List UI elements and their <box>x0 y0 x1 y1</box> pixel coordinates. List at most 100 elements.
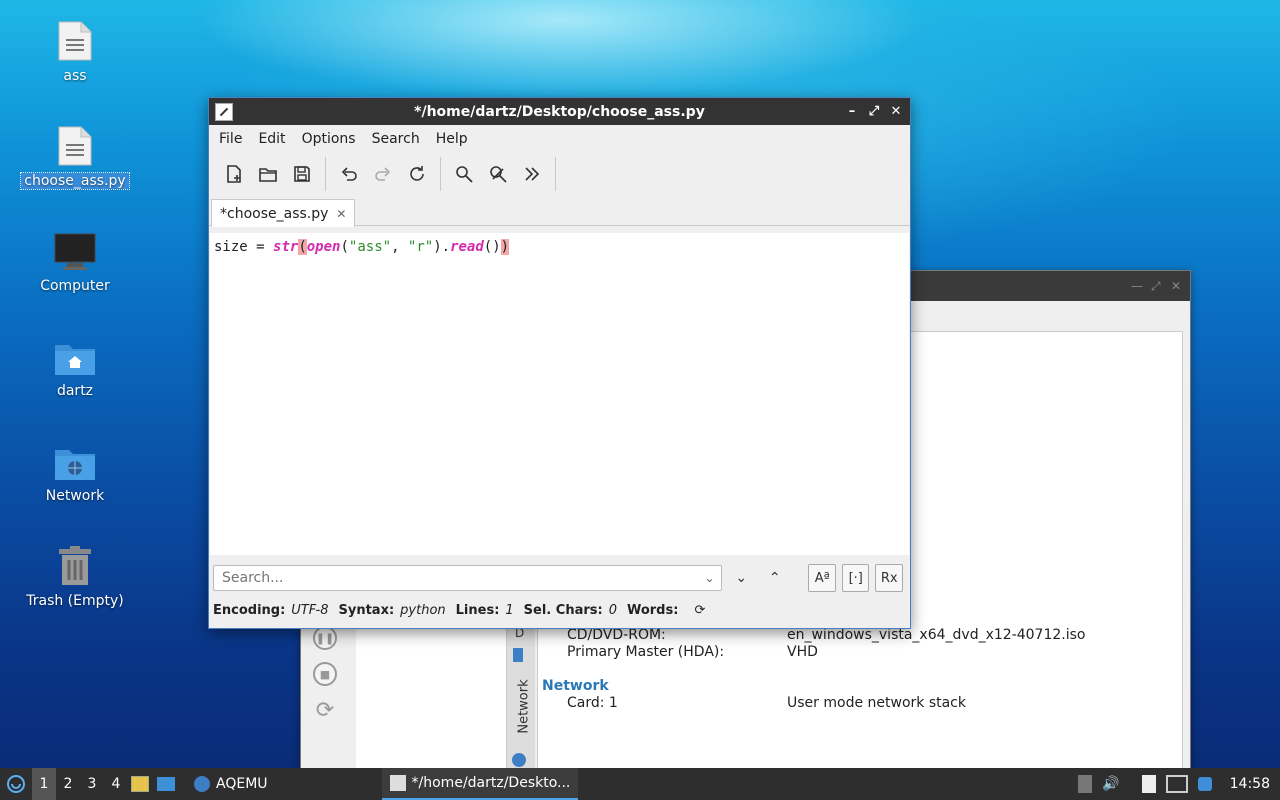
file-manager-launcher-icon[interactable] <box>128 776 152 792</box>
editor-titlebar[interactable]: */home/dartz/Desktop/choose_ass.py – ⤢ ✕ <box>209 98 910 125</box>
eject-icon[interactable] <box>1078 775 1093 793</box>
code-text: ( <box>340 239 349 255</box>
open-folder-icon[interactable] <box>253 159 283 189</box>
match-case-button[interactable]: Aª <box>808 564 836 592</box>
menu-search[interactable]: Search <box>364 131 428 147</box>
code-builtin: str <box>273 239 299 255</box>
menu-edit[interactable]: Edit <box>250 131 293 147</box>
toolbar-separator <box>440 157 441 191</box>
desktop-icon-choose-ass[interactable]: choose_ass.py <box>20 121 130 190</box>
desktop-icon-trash[interactable]: Trash (Empty) <box>20 541 130 609</box>
workspace-4[interactable]: 4 <box>104 768 128 800</box>
maximize-icon[interactable]: ⤢ <box>866 102 882 120</box>
regex-button[interactable]: Rx <box>875 564 903 592</box>
vtab-network-label[interactable]: Network <box>517 679 532 733</box>
task-label: */home/dartz/Deskto... <box>411 775 571 791</box>
code-text: , <box>391 239 408 255</box>
home-folder-icon <box>20 331 130 377</box>
show-desktop-icon[interactable] <box>152 777 180 791</box>
menu-file[interactable]: File <box>211 131 250 147</box>
encoding-value[interactable]: UTF-8 <box>291 603 328 618</box>
card-label: Card: 1 <box>567 695 618 711</box>
regex-icon: Rx <box>880 570 898 586</box>
chevron-down-icon[interactable]: ⌄ <box>704 571 714 585</box>
tab-label: *choose_ass.py <box>220 205 329 222</box>
code-string: "r" <box>407 239 434 255</box>
text-file-icon <box>20 16 130 62</box>
editor-window: */home/dartz/Desktop/choose_ass.py – ⤢ ✕… <box>208 97 911 629</box>
whole-word-button[interactable]: [·] <box>841 564 870 592</box>
clock[interactable]: 14:58 <box>1230 776 1270 792</box>
task-label: AQEMU <box>216 776 268 792</box>
close-icon[interactable]: ✕ <box>1171 279 1181 293</box>
new-file-icon[interactable] <box>219 159 249 189</box>
desktop-icon-dartz[interactable]: dartz <box>20 331 130 399</box>
search-input[interactable] <box>220 569 705 587</box>
close-icon[interactable]: ✕ <box>888 102 904 120</box>
task-editor[interactable]: */home/dartz/Deskto... <box>381 768 579 800</box>
stop-icon[interactable]: ■ <box>313 662 337 686</box>
reload-icon[interactable] <box>402 159 432 189</box>
reset-icon[interactable]: ⟳ <box>313 698 337 723</box>
maximize-icon[interactable]: ⤢ <box>1151 279 1161 294</box>
system-tray: 🔊 14:58 <box>1078 768 1280 800</box>
find-next-button[interactable]: ⌄ <box>728 564 755 592</box>
vm-list[interactable] <box>356 626 507 768</box>
sel-chars-value: 0 <box>608 602 617 618</box>
code-method: read <box>450 239 484 255</box>
task-aqemu[interactable]: AQEMU <box>186 768 276 800</box>
redo-icon[interactable] <box>368 159 398 189</box>
pause-icon[interactable]: ❚❚ <box>313 626 337 650</box>
hda-label: Primary Master (HDA): <box>567 644 725 660</box>
search-bar: ⌄ ⌄ ⌃ Aª [·] Rx <box>213 563 903 593</box>
more-actions-icon[interactable] <box>517 159 547 189</box>
minimize-icon[interactable]: – <box>844 102 860 120</box>
desktop-icon-computer[interactable]: Computer <box>20 226 130 294</box>
start-menu-button[interactable] <box>0 774 32 794</box>
computer-icon <box>20 226 130 272</box>
find-previous-button[interactable]: ⌃ <box>761 564 788 592</box>
workspace-1[interactable]: 1 <box>32 768 56 800</box>
card-value: User mode network stack <box>787 695 966 711</box>
menu-help[interactable]: Help <box>428 131 476 147</box>
clipboard-icon[interactable] <box>1141 775 1156 793</box>
words-label: Words: <box>626 602 679 618</box>
toolbar <box>209 153 910 195</box>
text-file-icon <box>20 121 130 167</box>
code-editor[interactable]: size = str(open("ass", "r").read()) <box>210 233 909 555</box>
workspace-3[interactable]: 3 <box>80 768 104 800</box>
desktop-icon-network[interactable]: Network <box>20 436 130 504</box>
tab-choose-ass[interactable]: *choose_ass.py ✕ <box>211 199 356 227</box>
syntax-value[interactable]: python <box>400 603 445 618</box>
desktop-icon-label: Computer <box>40 278 110 294</box>
menu-options[interactable]: Options <box>294 131 364 147</box>
code-bracket-match: ) <box>500 239 510 255</box>
volume-icon[interactable]: 🔊 <box>1102 776 1119 792</box>
syntax-label: Syntax: <box>338 602 395 618</box>
lines-label: Lines: <box>455 602 500 618</box>
desktop-icon-label: choose_ass.py <box>20 172 130 190</box>
cdrom-label: CD/DVD-ROM: <box>567 627 666 643</box>
refresh-words-icon[interactable]: ⟳ <box>694 603 705 618</box>
menu-bar: File Edit Options Search Help <box>209 125 910 153</box>
tab-close-icon[interactable]: ✕ <box>336 207 346 221</box>
toolbar-separator <box>555 157 556 191</box>
network-status-icon[interactable] <box>1165 775 1188 793</box>
search-combobox[interactable]: ⌄ <box>213 565 722 591</box>
find-icon[interactable] <box>449 159 479 189</box>
encoding-label: Encoding: <box>213 602 286 618</box>
save-icon[interactable] <box>287 159 317 189</box>
toolbar-separator <box>325 157 326 191</box>
text-editor-app-icon <box>215 102 233 121</box>
workspace-2[interactable]: 2 <box>56 768 80 800</box>
find-replace-icon[interactable] <box>483 159 513 189</box>
distro-logo-icon <box>7 775 25 793</box>
code-bracket-match: ( <box>298 239 307 255</box>
hda-value: VHD <box>787 644 818 660</box>
minimize-icon[interactable]: — <box>1131 279 1143 293</box>
sel-chars-label: Sel. Chars: <box>523 602 603 618</box>
desktop-icon-ass[interactable]: ass <box>20 16 130 84</box>
update-notifier-icon[interactable] <box>1197 777 1212 791</box>
lines-value: 1 <box>505 602 514 618</box>
undo-icon[interactable] <box>334 159 364 189</box>
